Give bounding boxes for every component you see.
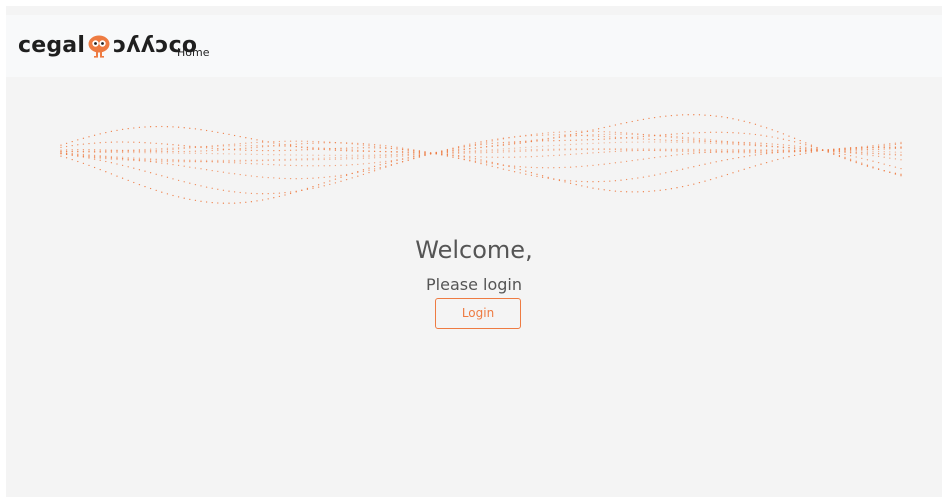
login-button[interactable]: Login (435, 298, 521, 329)
owl-logo-icon (88, 34, 110, 58)
wave-dots-decoration (60, 114, 902, 204)
brand-logo[interactable]: cegal ɔʎʎɔco (18, 34, 197, 58)
please-login-text: Please login (426, 275, 522, 294)
nav-home-link[interactable]: Home (177, 46, 209, 60)
page: cegal ɔʎʎɔco Home Welcome, Please login (6, 6, 942, 497)
navbar: cegal ɔʎʎɔco Home (6, 15, 942, 77)
welcome-heading: Welcome, (415, 236, 533, 264)
brand-left-text: cegal (18, 33, 86, 58)
